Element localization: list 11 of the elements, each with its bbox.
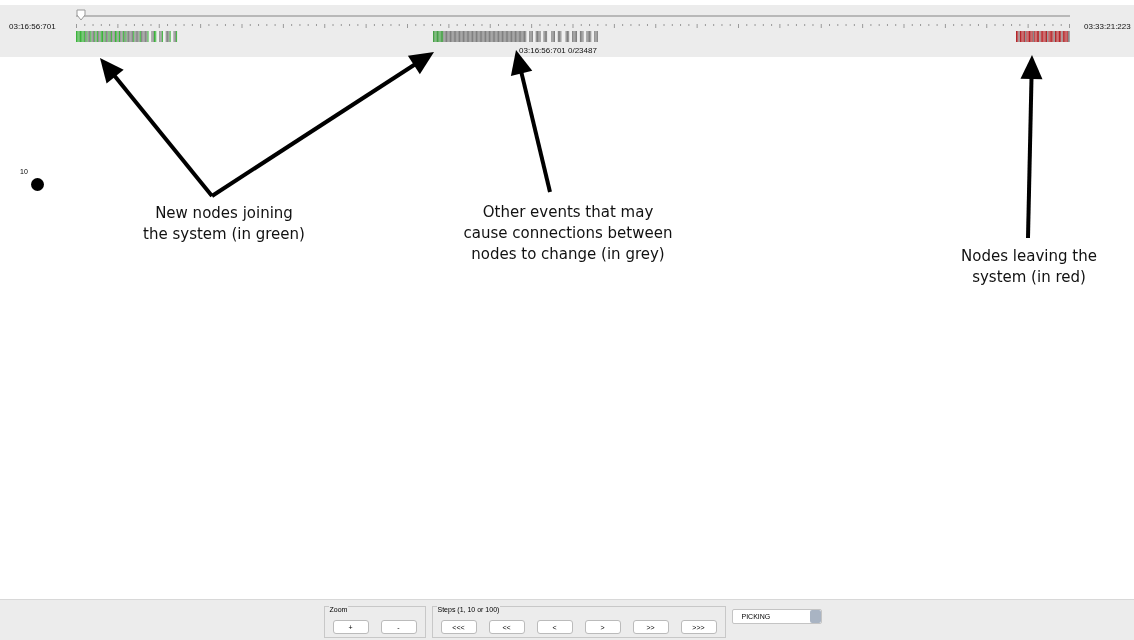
annotation-text: Other events that may cause connections between nodes to change (in grey) [463,202,673,265]
annotation-text: Nodes leaving the system (in red) [961,246,1097,288]
stepper-icon [809,610,821,623]
slider-thumb[interactable] [76,9,86,21]
end-time: 03:33:21:223 [1083,21,1132,31]
graph-node [31,178,44,191]
annotation-text: New nodes joining the system (in green) [143,203,305,245]
event-strip-drawing [1016,31,1070,42]
timeline-slider[interactable] [76,9,1070,21]
position-label: 03:16:56:701 0/23487 [519,46,597,55]
start-time: 03:16:56:701 [8,21,57,31]
